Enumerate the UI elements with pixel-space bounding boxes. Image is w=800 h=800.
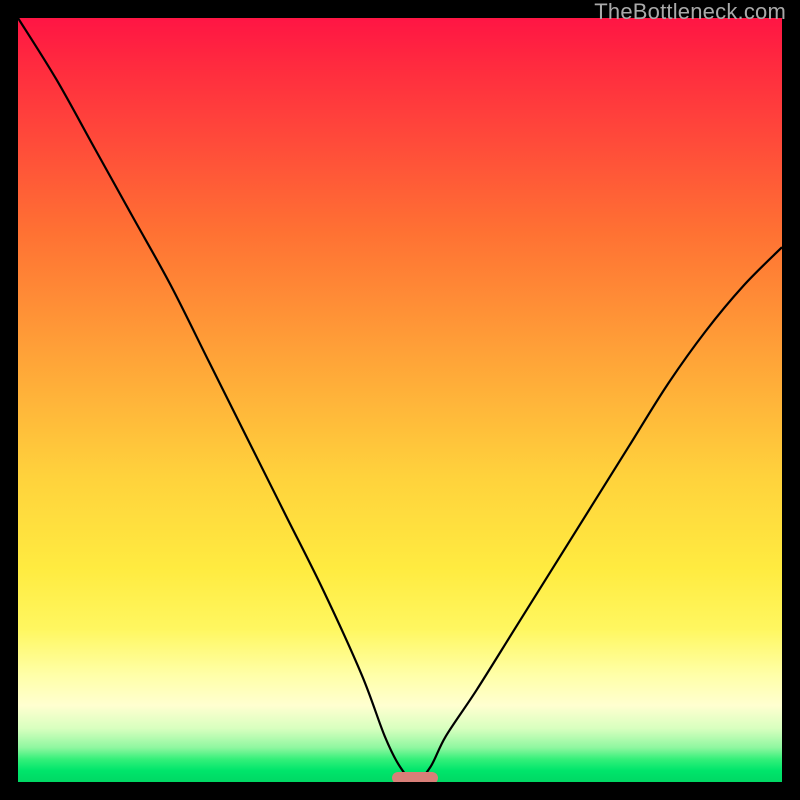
plot-area: [18, 18, 782, 782]
chart-frame: TheBottleneck.com: [0, 0, 800, 800]
bottleneck-curve: [18, 18, 782, 782]
watermark-text: TheBottleneck.com: [594, 0, 786, 25]
optimal-marker: [392, 772, 438, 782]
